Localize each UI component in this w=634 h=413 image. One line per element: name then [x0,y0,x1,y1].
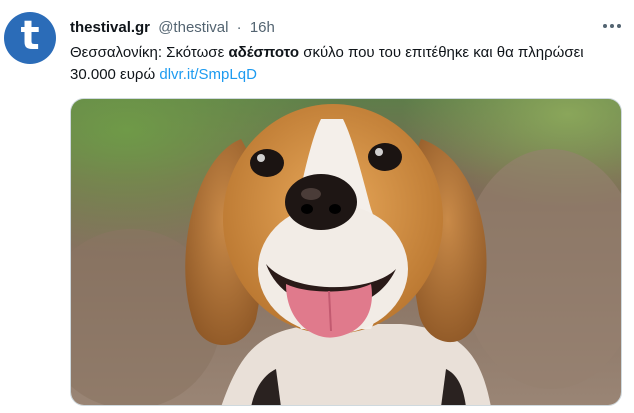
tweet-link[interactable]: dlvr.it/SmpLqD [159,66,257,83]
tweet-card[interactable]: t thestival.gr @thestival · 16h Θεσσαλον… [0,0,634,413]
tweet-timestamp[interactable]: 16h [250,19,275,36]
beagle-photo [71,99,621,405]
tweet-text-part: Θεσσαλονίκη: Σκότωσε [70,44,229,61]
avatar[interactable]: t [4,12,56,64]
tweet-text-bold: αδέσποτο [228,44,300,61]
tweet-media-image[interactable] [70,98,622,406]
account-name[interactable]: thestival.gr [70,19,150,36]
tweet-header: thestival.gr @thestival · 16h [70,18,275,38]
tweet-text: Θεσσαλονίκη: Σκότωσε αδέσποτο σκύλο που … [70,42,610,86]
separator-dot: · [236,19,242,36]
more-options-icon[interactable] [598,14,626,38]
avatar-logo-letter: t [20,13,40,59]
account-handle[interactable]: @thestival [158,19,228,36]
